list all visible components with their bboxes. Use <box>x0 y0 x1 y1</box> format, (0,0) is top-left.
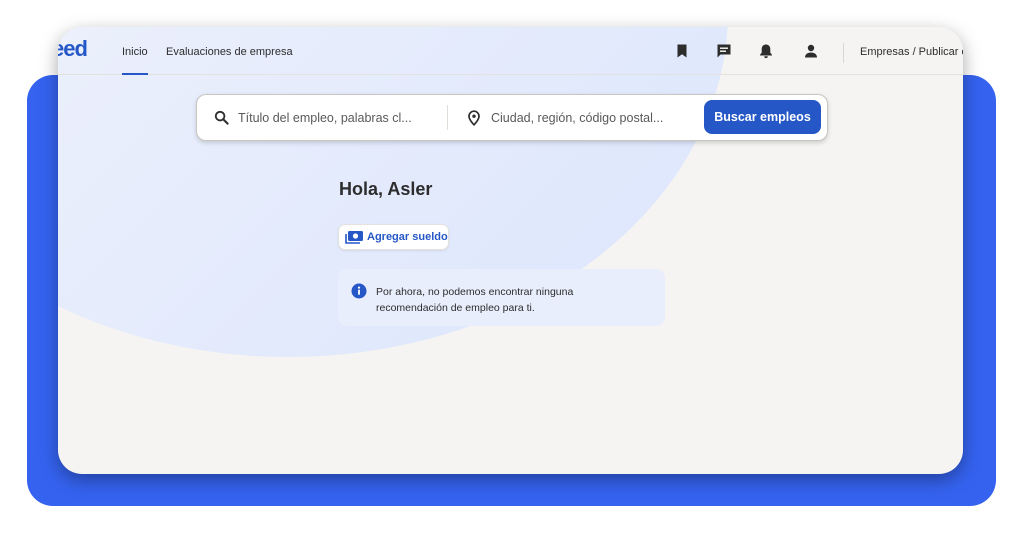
nav-link-company-reviews[interactable]: Evaluaciones de empresa <box>166 46 293 58</box>
location-input[interactable] <box>491 110 671 125</box>
greeting-heading: Hola, Asler <box>339 179 433 199</box>
job-search-bar: Buscar empleos <box>196 94 828 141</box>
chat-icon[interactable] <box>716 43 732 59</box>
nav-link-inicio[interactable]: Inicio <box>122 46 148 75</box>
nav-divider <box>843 43 844 63</box>
brand-logo[interactable]: eed <box>58 36 88 62</box>
search-jobs-button[interactable]: Buscar empleos <box>704 100 821 134</box>
location-pin-icon <box>468 109 480 126</box>
info-message-box: Por ahora, no podemos encontrar ninguna … <box>338 269 665 326</box>
nav-link-employers[interactable]: Empresas / Publicar e <box>860 46 963 58</box>
field-divider <box>447 105 448 130</box>
user-icon[interactable] <box>803 43 819 59</box>
where-field <box>467 95 671 140</box>
browser-window: eed Inicio Evaluaciones de empresa Empre… <box>58 27 963 474</box>
job-title-input[interactable] <box>238 110 418 125</box>
top-navigation: eed Inicio Evaluaciones de empresa Empre… <box>58 27 963 75</box>
bell-icon[interactable] <box>758 43 774 59</box>
search-icon <box>214 110 229 125</box>
add-salary-button[interactable]: Agregar sueldo <box>338 224 449 250</box>
info-message-text: Por ahora, no podemos encontrar ninguna … <box>376 286 574 314</box>
bookmark-icon[interactable] <box>674 43 690 59</box>
what-field <box>214 95 418 140</box>
info-icon <box>351 283 367 299</box>
money-icon <box>345 231 363 244</box>
add-salary-label: Agregar sueldo <box>367 231 448 243</box>
